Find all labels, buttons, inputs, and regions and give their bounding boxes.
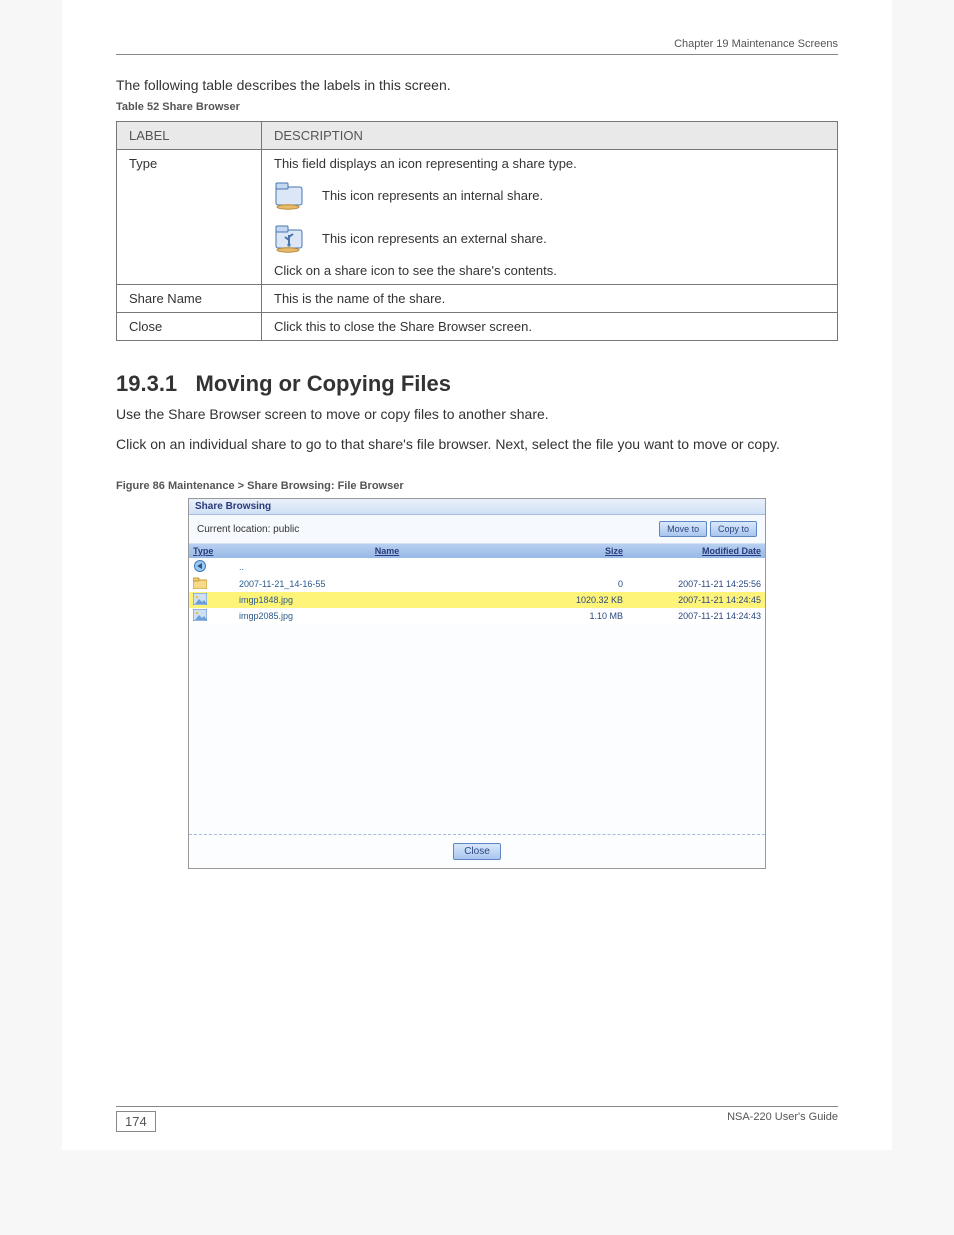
folder-icon — [193, 581, 207, 591]
section-title: Moving or Copying Files — [196, 371, 451, 396]
page-number: 174 — [116, 1111, 156, 1132]
table-row: Share Name This is the name of the share… — [117, 285, 838, 313]
file-name: 2007-11-21_14-16-55 — [235, 576, 539, 592]
share-browsing-window: Share Browsing Current location: public … — [188, 498, 766, 869]
page-footer: 174 NSA-220 User's Guide — [116, 1106, 838, 1132]
table-row: Close Click this to close the Share Brow… — [117, 313, 838, 341]
intro-text: The following table describes the labels… — [116, 77, 838, 93]
type-intro: This field displays an icon representing… — [274, 156, 825, 171]
icon-desc-internal: This icon represents an internal share. — [322, 188, 543, 203]
file-name: imgp1848.jpg — [235, 592, 539, 608]
usb-folder-icon — [274, 220, 308, 257]
image-file-icon — [193, 613, 207, 623]
current-location: Current location: public — [197, 524, 299, 535]
col-size[interactable]: Size — [539, 544, 627, 558]
chapter-label: Chapter 19 Maintenance Screens — [674, 38, 838, 50]
copy-to-button[interactable]: Copy to — [710, 521, 757, 537]
col-name[interactable]: Name — [235, 544, 539, 558]
page-header: Chapter 19 Maintenance Screens — [116, 38, 838, 55]
col-modified[interactable]: Modified Date — [627, 544, 765, 558]
col-label: LABEL — [117, 122, 262, 150]
window-title: Share Browsing — [189, 499, 765, 515]
table-row[interactable]: imgp2085.jpg 1.10 MB 2007-11-21 14:24:43 — [189, 608, 765, 624]
table-row[interactable]: 2007-11-21_14-16-55 0 2007-11-21 14:25:5… — [189, 576, 765, 592]
file-size: 1.10 MB — [539, 608, 627, 624]
up-icon — [193, 565, 207, 575]
file-size: 1020.32 KB — [539, 592, 627, 608]
file-date: 2007-11-21 14:24:43 — [627, 608, 765, 624]
figure-caption: Figure 86 Maintenance > Share Browsing: … — [116, 480, 838, 492]
cell-label: Close — [117, 313, 262, 341]
file-date — [627, 558, 765, 576]
cell-label: Type — [117, 150, 262, 285]
body-p1: Use the Share Browser screen to move or … — [116, 405, 838, 425]
type-outro: Click on a share icon to see the share's… — [274, 263, 825, 278]
file-size: 0 — [539, 576, 627, 592]
product-name: NSA-220 User's Guide — [727, 1111, 838, 1123]
icon-desc-external: This icon represents an external share. — [322, 231, 547, 246]
cell-desc: Click this to close the Share Browser sc… — [262, 313, 838, 341]
cell-label: Share Name — [117, 285, 262, 313]
body-p2: Click on an individual share to go to th… — [116, 435, 838, 455]
file-name: .. — [235, 558, 539, 576]
col-type[interactable]: Type — [189, 544, 235, 558]
file-date: 2007-11-21 14:24:45 — [627, 592, 765, 608]
section-heading: 19.3.1 Moving or Copying Files — [116, 371, 838, 397]
cell-desc: This field displays an icon representing… — [262, 150, 838, 285]
move-to-button[interactable]: Move to — [659, 521, 707, 537]
file-date: 2007-11-21 14:25:56 — [627, 576, 765, 592]
folder-share-icon — [274, 177, 308, 214]
table-row-selected[interactable]: imgp1848.jpg 1020.32 KB 2007-11-21 14:24… — [189, 592, 765, 608]
label-description-table: LABEL DESCRIPTION Type This field displa… — [116, 121, 838, 341]
col-description: DESCRIPTION — [262, 122, 838, 150]
table-row-up[interactable]: .. — [189, 558, 765, 576]
cell-desc: This is the name of the share. — [262, 285, 838, 313]
file-list-table: Type Name Size Modified Date .. 2007-11-… — [189, 544, 765, 624]
file-name: imgp2085.jpg — [235, 608, 539, 624]
image-file-icon — [193, 597, 207, 607]
table-caption: Table 52 Share Browser — [116, 101, 838, 113]
close-button[interactable]: Close — [453, 843, 501, 860]
file-size — [539, 558, 627, 576]
section-number: 19.3.1 — [116, 371, 177, 396]
table-row: Type This field displays an icon represe… — [117, 150, 838, 285]
